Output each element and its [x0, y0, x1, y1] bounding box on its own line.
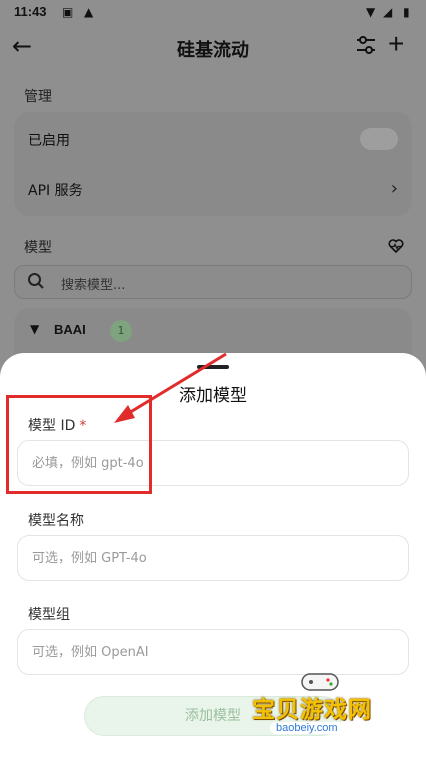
manage-section-label: 管理: [24, 89, 52, 105]
api-service-label[interactable]: API 服务: [28, 180, 83, 200]
app-notification-icon: ▣: [62, 5, 74, 19]
sheet-drag-handle[interactable]: [197, 365, 229, 369]
model-name-label: 模型名称: [28, 513, 84, 529]
caret-down-icon[interactable]: ▼: [30, 322, 39, 336]
search-placeholder: 搜索模型...: [61, 278, 126, 293]
status-time: 11:43: [14, 4, 47, 19]
watermark: 宝贝游戏网 baobeiy.com: [252, 668, 420, 746]
manage-card: 已启用 API 服务 ›: [14, 112, 412, 216]
watermark-url: baobeiy.com: [270, 722, 344, 734]
battery-icon: ▮: [403, 5, 410, 19]
filter-icon[interactable]: [356, 34, 376, 56]
watermark-title: 宝贝游戏网: [252, 697, 372, 723]
models-section-label: 模型: [24, 240, 52, 256]
heart-pulse-icon[interactable]: [388, 238, 404, 254]
status-bar: 11:43 ▣ ▲ ▼ ◢ ▮: [0, 0, 426, 26]
warning-icon: ▲: [84, 5, 94, 19]
search-icon: [28, 273, 44, 289]
enabled-label: 已启用: [28, 133, 70, 149]
signal-icon: ◢: [383, 5, 393, 19]
model-search-box[interactable]: 搜索模型...: [14, 265, 412, 299]
provider-name: BAAI: [54, 322, 86, 337]
model-name-input[interactable]: [18, 536, 408, 580]
provider-count-badge: 1: [110, 320, 132, 342]
annotation-highlight-box: [6, 395, 152, 494]
model-group-label: 模型组: [28, 607, 70, 623]
model-name-field[interactable]: [17, 535, 409, 581]
app-bar: ← 硅基流动 +: [0, 26, 426, 70]
plus-icon[interactable]: +: [388, 28, 404, 60]
enabled-toggle[interactable]: [360, 128, 398, 150]
chevron-right-icon[interactable]: ›: [391, 178, 398, 199]
wifi-icon: ▼: [366, 5, 376, 19]
